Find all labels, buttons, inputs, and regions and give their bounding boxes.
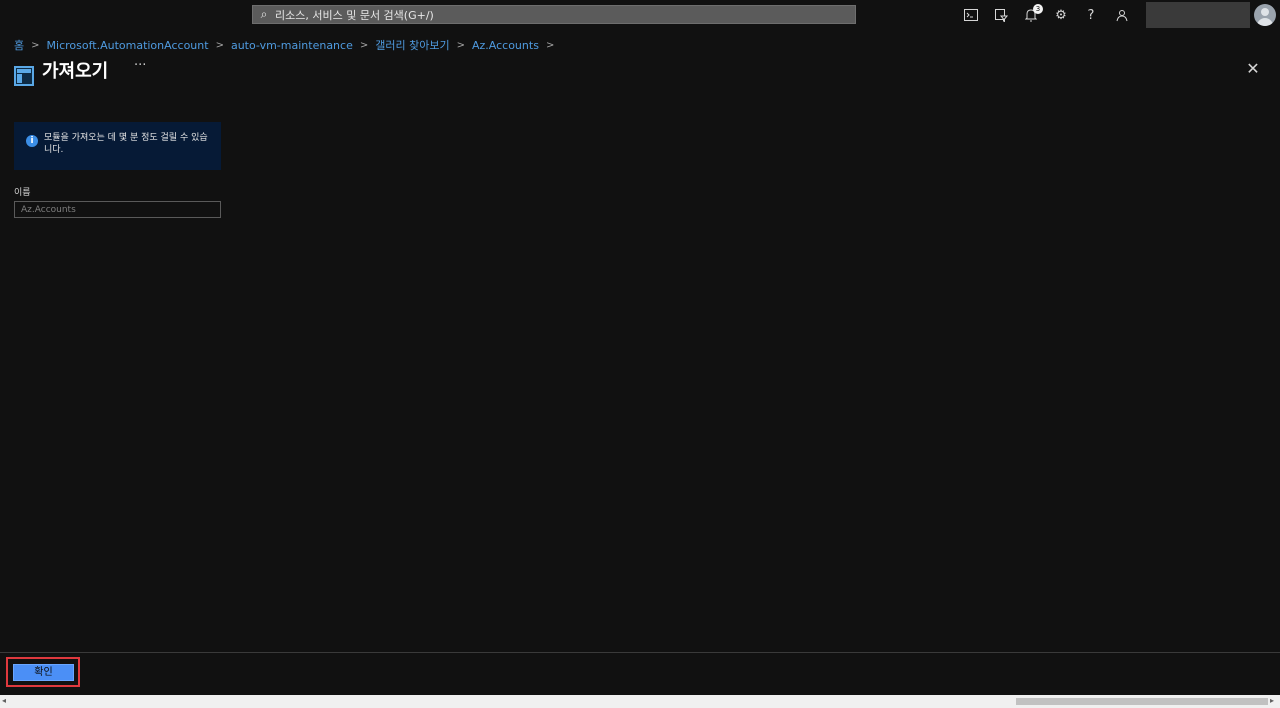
help-icon[interactable]: ? [1076, 0, 1106, 30]
name-field-label: 이름 [14, 188, 31, 198]
settings-gear-icon[interactable]: ⚙ [1046, 0, 1076, 30]
scroll-right-icon[interactable]: ▸ [1270, 696, 1274, 705]
close-button[interactable]: ✕ [1244, 60, 1262, 78]
breadcrumb-automation-account[interactable]: Microsoft.AutomationAccount [47, 39, 209, 52]
search-placeholder: 리소스, 서비스 및 문서 검색(G+/) [275, 8, 434, 22]
name-field[interactable] [14, 201, 221, 218]
notification-bell-icon[interactable]: 3 [1016, 0, 1046, 30]
horizontal-scrollbar[interactable]: ◂ ▸ [0, 695, 1280, 708]
avatar-head-shape [1261, 8, 1269, 16]
notification-count-badge: 3 [1033, 4, 1043, 14]
footer-bar [0, 652, 1280, 695]
ok-button[interactable]: 확인 [13, 664, 74, 681]
more-options-button[interactable]: ··· [134, 58, 146, 73]
breadcrumb-browse-gallery[interactable]: 갤러리 찾아보기 [375, 37, 449, 53]
breadcrumb-home[interactable]: 홈 [14, 37, 24, 53]
global-search-box[interactable]: ⌕ 리소스, 서비스 및 문서 검색(G+/) [252, 5, 856, 24]
chevron-right-icon: > [545, 39, 555, 51]
top-bar: ⌕ 리소스, 서비스 및 문서 검색(G+/) 3 ⚙ ? [0, 0, 1280, 30]
avatar-body-shape [1257, 18, 1273, 26]
breadcrumb-module[interactable]: Az.Accounts [472, 39, 539, 52]
feedback-icon[interactable] [1106, 0, 1136, 30]
breadcrumb: 홈 > Microsoft.AutomationAccount > auto-v… [14, 37, 561, 53]
blade-icon [14, 66, 34, 86]
top-icon-group: 3 ⚙ ? [956, 0, 1136, 30]
search-icon: ⌕ [260, 7, 268, 21]
chevron-right-icon: > [31, 39, 40, 51]
chevron-right-icon: > [359, 39, 369, 51]
info-text: 모듈을 가져오는 데 몇 분 정도 걸릴 수 있습니다. [44, 133, 208, 155]
breadcrumb-account-name[interactable]: auto-vm-maintenance [231, 39, 353, 52]
info-icon: i [26, 135, 38, 147]
page-title: 가져오기 [42, 61, 109, 82]
chevron-right-icon: > [456, 39, 465, 51]
directory-filter-icon[interactable] [986, 0, 1016, 30]
info-message-box: i 모듈을 가져오는 데 몇 분 정도 걸릴 수 있습니다. [14, 122, 221, 170]
scroll-left-icon[interactable]: ◂ [2, 696, 6, 705]
avatar[interactable] [1254, 4, 1276, 26]
chevron-right-icon: > [215, 39, 224, 51]
account-name-area[interactable] [1146, 2, 1250, 28]
cloud-shell-icon[interactable] [956, 0, 986, 30]
scrollbar-thumb[interactable] [1016, 698, 1268, 705]
